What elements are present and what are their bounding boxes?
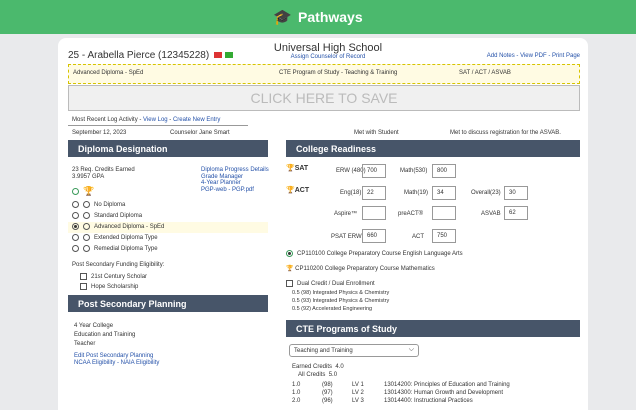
log-activity: Most Recent Log Activity - View Log - Cr… <box>72 117 221 123</box>
funding-checkbox[interactable]: Hope Scholarship <box>80 282 147 292</box>
diploma-progress-link[interactable]: Diploma Progress Details <box>201 167 269 174</box>
diploma-option[interactable]: Standard Diploma <box>72 211 268 222</box>
dual-item: 0.5 (93) Integrated Physics & Chemistry <box>292 298 390 304</box>
create-entry-link[interactable]: Create New Entry <box>173 117 220 123</box>
planning-links[interactable]: Edit Post Secondary Planning NCAA Eligib… <box>74 353 159 367</box>
tests-summary: SAT / ACT / ASVAB <box>459 70 511 76</box>
view-log-link[interactable]: View Log <box>143 117 168 123</box>
table-row: 2.0 (96) LV 3 13014400: Instructional Pract… <box>292 398 473 404</box>
college-section-title: College Readiness <box>286 140 580 157</box>
cte-table: 1.0 (98) LV 1 13014200: Principles of Educa… <box>292 381 510 405</box>
chevron-down-icon: ⌵ <box>408 346 414 353</box>
summary-bar: Advanced Diploma - SpEd CTE Program of S… <box>68 64 580 84</box>
gpa: 3.9957 GPA <box>72 174 105 180</box>
cte-summary: CTE Program of Study - Teaching & Traini… <box>279 70 398 76</box>
diploma-option[interactable]: Advanced Diploma - SpEd <box>68 222 268 233</box>
aspire-input[interactable] <box>362 206 386 220</box>
ncaa-link[interactable]: NCAA Eligibility - NAIA Eligibility <box>74 360 159 367</box>
log-date: September 12, 2023 <box>72 130 127 136</box>
divider <box>68 125 248 126</box>
app-title: Pathways <box>298 9 363 25</box>
planning-section-title: Post Secondary Planning <box>68 295 268 312</box>
log-counselor: Counselor Jane Smart <box>170 130 230 136</box>
cte-select-value: Teaching and Training <box>294 348 353 354</box>
credits-earned: 23 Req. Credits Earned <box>72 167 135 173</box>
school-name: Universal High School <box>273 42 383 54</box>
sat-label: 🏆SAT <box>286 165 309 172</box>
diploma-links[interactable]: Diploma Progress Details Grade Manager 4… <box>201 167 269 193</box>
act-math-input[interactable]: 34 <box>432 186 456 200</box>
header-links[interactable]: Add Notes - View PDF - Print Page <box>487 53 580 59</box>
log-note: Met to discuss registration for the ASVA… <box>450 130 561 136</box>
assign-counselor-link[interactable]: Assign Counselor of Record <box>258 54 398 60</box>
table-row: 1.0 (97) LV 2 13014300: Human Growth and De… <box>292 390 504 396</box>
planning-item: 4 Year College <box>74 323 114 329</box>
act2-input[interactable]: 750 <box>432 229 456 243</box>
save-button[interactable]: CLICK HERE TO SAVE <box>68 85 580 111</box>
overall-input[interactable]: 30 <box>504 186 528 200</box>
diploma-option[interactable]: No Diploma <box>72 200 268 211</box>
student-card: 25 - Arabella Pierce (12345228) Universa… <box>58 38 588 410</box>
funding-label: Post Secondary Funding Eligibility: <box>72 262 165 268</box>
preact-input[interactable] <box>432 206 456 220</box>
trophy-icon: 🏆 <box>286 266 294 272</box>
dual-item: 0.5 (92) Accelerated Engineering <box>292 306 373 312</box>
diploma-option[interactable]: Extended Diploma Type <box>72 233 268 244</box>
planning-item: Teacher <box>74 341 96 347</box>
trophy-icon: 🏆 <box>72 186 94 197</box>
all-credits: All Credits 5.0 <box>298 372 338 378</box>
funding-checkbox[interactable]: 21st Century Scholar <box>80 272 147 282</box>
diploma-options: No Diploma Standard Diploma Advanced Dip… <box>68 200 268 255</box>
psat-input[interactable]: 660 <box>362 229 386 243</box>
overall-label: Overall(23) <box>471 190 501 196</box>
trophy-icon: 🏆 <box>286 165 295 172</box>
log-met: Met with Student <box>354 130 399 136</box>
dual-list: 0.5 (98) Integrated Physics & Chemistry … <box>292 289 389 313</box>
trophy-icon: 🏆 <box>286 187 295 194</box>
psat-label: PSAT ERW <box>331 234 362 240</box>
edit-planning-link[interactable]: Edit Post Secondary Planning <box>74 353 159 360</box>
diploma-summary: Advanced Diploma - SpEd <box>73 70 144 76</box>
dual-item: 0.5 (98) Integrated Physics & Chemistry <box>292 290 390 296</box>
aspire-label: Aspire™ <box>334 211 358 217</box>
funding-options: 21st Century Scholar Hope Scholarship <box>80 272 147 292</box>
act-label: 🏆ACT <box>286 187 310 194</box>
course-math: 🏆 CP110200 College Preparatory Course Ma… <box>286 266 435 272</box>
asvab-input[interactable]: 62 <box>504 206 528 220</box>
diploma-section-title: Diploma Designation <box>68 140 268 157</box>
student-name: 25 - Arabella Pierce (12345228) <box>68 50 233 61</box>
graduation-cap-icon: 🎓 <box>273 9 293 26</box>
preact-label: preACT® <box>398 211 424 217</box>
app-header: 🎓 Pathways <box>0 0 636 34</box>
sat-math-label: Math(530) <box>400 168 428 174</box>
asvab-label: ASVAB <box>481 211 501 217</box>
act-math-label: Math(19) <box>404 190 429 196</box>
flag-icon <box>224 52 233 58</box>
planning-item: Education and Training <box>74 332 136 338</box>
table-row: 1.0 (98) LV 1 13014200: Principles of Educa… <box>292 382 510 388</box>
course-ela: CP110100 College Preparatory Course Engl… <box>286 250 463 257</box>
earned-credits: Earned Credits 4.0 <box>292 364 344 370</box>
act2-label: ACT <box>412 234 424 240</box>
pgp-link[interactable]: PGP-web - PGP.pdf <box>201 187 269 194</box>
eng-input[interactable]: 22 <box>362 186 386 200</box>
cte-select[interactable]: Teaching and Training ⌵ <box>289 344 419 357</box>
diploma-option[interactable]: Remedial Diploma Type <box>72 244 268 255</box>
dual-credit-checkbox[interactable]: Dual Credit / Dual Enrollment <box>286 280 375 287</box>
flag-icon <box>213 52 222 58</box>
erw-input[interactable]: 700 <box>362 164 386 178</box>
sat-math-input[interactable]: 800 <box>432 164 456 178</box>
eng-label: Eng(18) <box>340 190 362 196</box>
cte-section-title: CTE Programs of Study <box>286 320 580 337</box>
planning-list: 4 Year College Education and Training Te… <box>74 322 135 349</box>
